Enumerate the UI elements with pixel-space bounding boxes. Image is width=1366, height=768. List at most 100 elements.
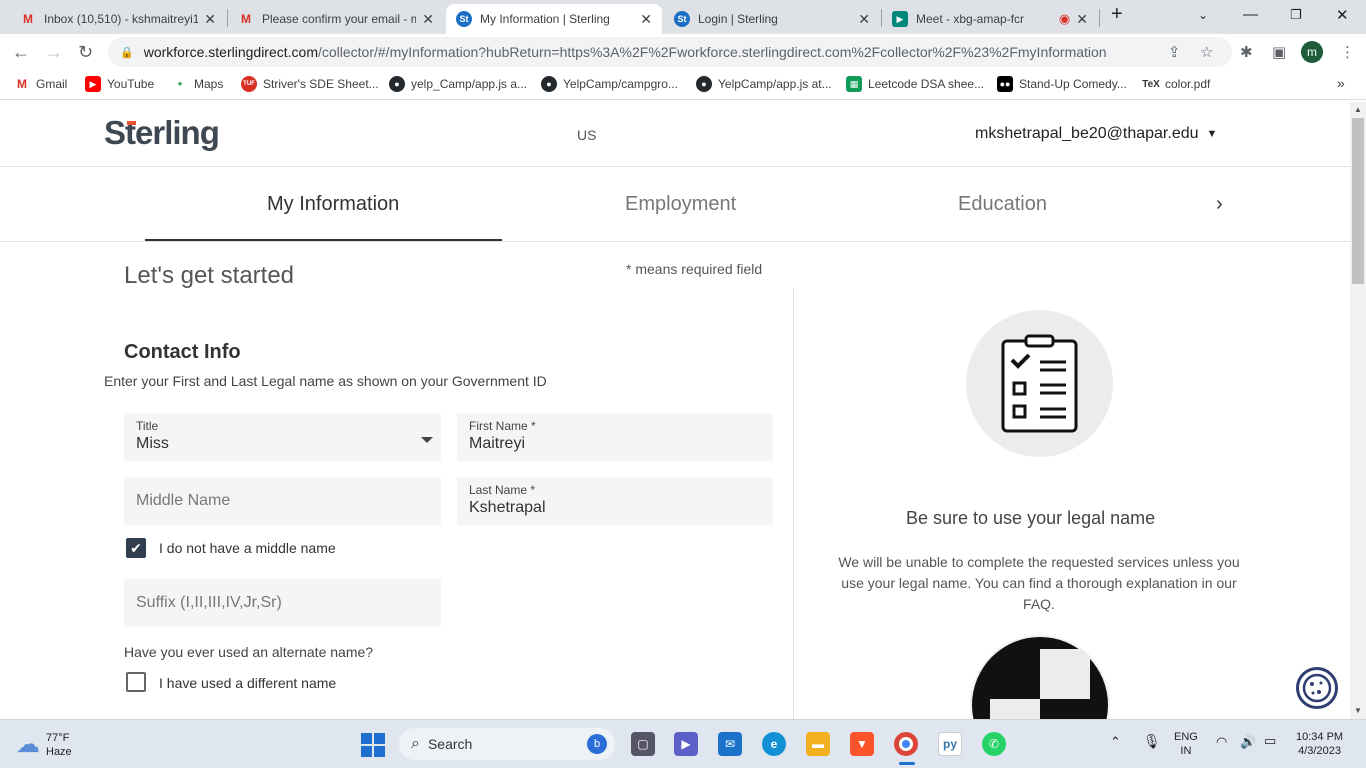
weather-widget[interactable]: ☁ 77°F Haze [16, 730, 72, 759]
scroll-thumb[interactable] [1352, 118, 1364, 284]
taskbar-search[interactable]: ⌕ Search b [399, 728, 615, 760]
title-select[interactable]: Title Miss [124, 413, 441, 461]
tab-search-icon[interactable]: ⌄ [1198, 8, 1208, 22]
mail-icon[interactable]: ✉ [718, 732, 742, 756]
clock-time: 10:34 PM [1296, 731, 1344, 743]
search-label: Search [427, 736, 473, 752]
sterling-logo[interactable]: Sterling [104, 114, 220, 152]
start-icon[interactable] [361, 733, 385, 757]
menu-icon[interactable]: ⋮ [1340, 43, 1355, 61]
windows-taskbar: ☁ 77°F Haze ⌕ Search b ▢ ▶ ✉ e ▬ ▼ py ✆ … [0, 719, 1366, 768]
bookmark-leetcode-sheet[interactable]: ▦ Leetcode DSA shee... [846, 76, 984, 92]
bookmark-gmail[interactable]: M Gmail [14, 76, 67, 92]
side-panel-icon[interactable]: ▣ [1272, 43, 1286, 61]
bookmark-color-pdf[interactable]: TeX color.pdf [1142, 76, 1211, 92]
tab-gmail-inbox[interactable]: M Inbox (10,510) - kshmaitreyi1 ✕ [10, 4, 226, 34]
bookmark-striver[interactable]: TUF Striver's SDE Sheet... [241, 76, 379, 92]
bookmark-label: yelp_Camp/app.js a... [411, 77, 528, 91]
scroll-down-icon[interactable]: ▼ [1354, 706, 1362, 715]
cookie-settings-button[interactable] [1296, 667, 1338, 709]
tab-login-sterling[interactable]: St Login | Sterling ✕ [664, 4, 880, 34]
no-middle-name-label[interactable]: I do not have a middle name [159, 540, 336, 556]
tab-my-information[interactable]: My Information [267, 193, 399, 216]
minimize-icon[interactable]: — [1243, 6, 1258, 23]
back-icon[interactable]: ← [12, 42, 30, 63]
edge-icon[interactable]: e [762, 732, 786, 756]
microphone-icon[interactable]: 🎙 [1143, 734, 1161, 748]
share-icon[interactable]: ⇪ [1168, 43, 1181, 61]
first-name-field[interactable]: First Name * Maitreyi [457, 413, 773, 461]
tab-title: Login | Sterling [698, 12, 778, 26]
page-heading: Let's get started [124, 262, 295, 289]
volume-icon[interactable]: 🔊 [1240, 735, 1256, 749]
bookmark-yelpcamp-campground[interactable]: ● YelpCamp/campgro... [541, 76, 678, 92]
bookmark-maps[interactable]: ✦ Maps [172, 76, 223, 92]
bookmarks-bar: M Gmail ▶ YouTube ✦ Maps TUF Striver's SDE S… [0, 70, 1366, 100]
checkmark-icon: ✔ [130, 539, 142, 556]
bookmarks-overflow-icon[interactable]: » [1337, 75, 1345, 91]
close-icon[interactable]: ✕ [1076, 11, 1088, 28]
chrome-icon[interactable] [894, 732, 918, 756]
bookmark-yelpcamp-app[interactable]: ● YelpCamp/app.js at... [696, 76, 832, 92]
alternate-name-question: Have you ever used an alternate name? [124, 644, 374, 660]
close-icon[interactable]: ✕ [640, 11, 652, 28]
youtube-icon: ▶ [85, 76, 101, 92]
battery-icon[interactable]: ▭ [1264, 734, 1276, 748]
tab-title: Meet - xbg-amap-fcr [916, 12, 1025, 26]
language-indicator[interactable]: ENG IN [1174, 730, 1198, 758]
bookmark-youtube[interactable]: ▶ YouTube [85, 76, 154, 92]
task-view-icon[interactable]: ▢ [631, 732, 655, 756]
file-explorer-icon[interactable]: ▬ [806, 732, 830, 756]
field-value: Maitreyi [469, 435, 526, 452]
field-placeholder: Middle Name [136, 492, 231, 509]
reload-icon[interactable]: ↻ [78, 42, 93, 63]
field-label: Last Name * [469, 483, 536, 497]
new-tab-icon[interactable]: + [1111, 3, 1123, 26]
chevron-right-icon[interactable]: › [1216, 193, 1223, 216]
wifi-icon[interactable]: ◠ [1216, 735, 1227, 749]
logo-text: Sterling [104, 114, 220, 151]
page-scrollbar[interactable]: ▲ ▼ [1350, 102, 1366, 719]
tab-gmail-confirm[interactable]: M Please confirm your email - m ✕ [228, 4, 444, 34]
tab-meet[interactable]: ▶ Meet - xbg-amap-fcr ◉ ✕ [882, 4, 1098, 34]
bookmark-star-icon[interactable]: ☆ [1200, 43, 1213, 61]
python-file-icon[interactable]: py [938, 732, 962, 756]
bookmark-label: Gmail [36, 77, 68, 91]
close-icon[interactable]: ✕ [422, 11, 434, 28]
teams-icon[interactable]: ▶ [674, 732, 698, 756]
sterling-icon: St [674, 11, 690, 27]
scroll-up-icon[interactable]: ▲ [1354, 105, 1362, 114]
address-bar[interactable]: 🔒 workforce.sterlingdirect.com /collecto… [108, 37, 1232, 67]
restore-icon[interactable]: ❐ [1290, 7, 1302, 23]
suffix-field[interactable]: Suffix (I,II,III,IV,Jr,Sr) [124, 579, 441, 627]
brave-icon[interactable]: ▼ [850, 732, 874, 756]
different-name-checkbox[interactable] [126, 672, 146, 692]
clock[interactable]: 10:34 PM 4/3/2023 [1296, 730, 1343, 758]
bookmark-label: Leetcode DSA shee... [868, 77, 985, 91]
profile-avatar[interactable]: m [1301, 41, 1323, 63]
section-subtext: Enter your First and Last Legal name as … [104, 373, 547, 389]
show-hidden-icons-icon[interactable]: ⌃ [1110, 735, 1121, 749]
extensions-icon[interactable]: ✱ [1240, 43, 1253, 61]
bookmark-label: color.pdf [1165, 77, 1211, 91]
user-menu[interactable]: mkshetrapal_be20@thapar.edu ▼ [975, 125, 1217, 143]
whatsapp-icon[interactable]: ✆ [982, 732, 1006, 756]
tab-my-information[interactable]: St My Information | Sterling ✕ [446, 4, 662, 34]
temperature: 77°F [46, 731, 70, 744]
no-middle-name-checkbox[interactable]: ✔ [126, 538, 146, 558]
last-name-field[interactable]: Last Name * Kshetrapal [457, 477, 773, 525]
github-icon: ● [696, 76, 712, 92]
different-name-label[interactable]: I have used a different name [159, 675, 336, 691]
bookmark-yelp-camp-app[interactable]: ● yelp_Camp/app.js a... [389, 76, 527, 92]
tab-education[interactable]: Education [958, 193, 1047, 216]
close-icon[interactable]: ✕ [858, 11, 870, 28]
close-window-icon[interactable]: ✕ [1336, 6, 1349, 24]
step-nav: My Information Employment Education › [0, 167, 1350, 242]
tab-employment[interactable]: Employment [625, 193, 736, 216]
required-note: * means required field [626, 261, 763, 277]
cookie-icon [1302, 673, 1332, 703]
close-icon[interactable]: ✕ [204, 11, 216, 28]
forward-icon[interactable]: → [45, 42, 63, 63]
bookmark-standup-comedy[interactable]: ●● Stand-Up Comedy... [997, 76, 1127, 92]
middle-name-field[interactable]: Middle Name [124, 477, 441, 525]
